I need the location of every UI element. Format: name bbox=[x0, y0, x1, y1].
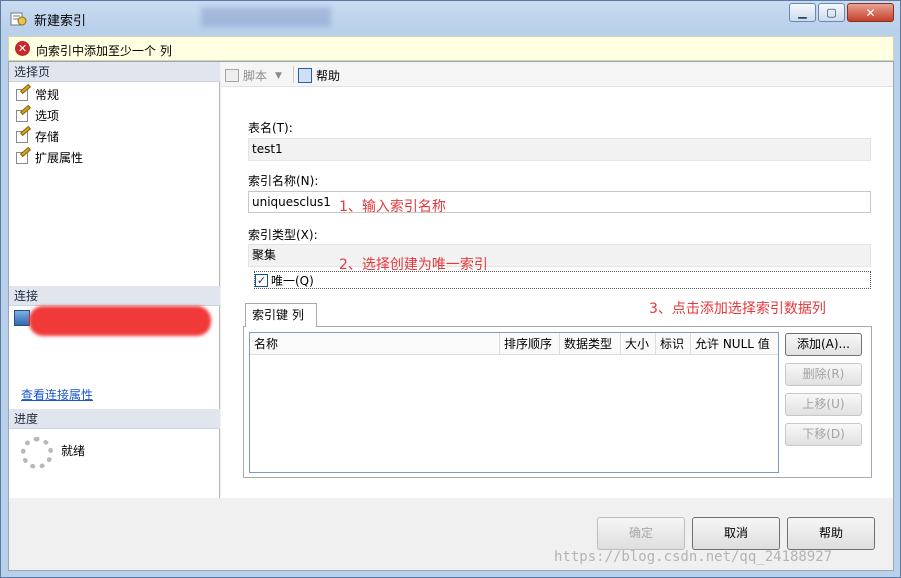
column-header-sort-order[interactable]: 排序顺序 bbox=[500, 333, 560, 355]
page-item-general[interactable]: 常规 bbox=[14, 83, 60, 104]
error-message: 向索引中添加至少一个 列 bbox=[36, 44, 172, 58]
column-header-allow-null[interactable]: 允许 NULL 值 bbox=[691, 333, 778, 355]
toolbar-separator bbox=[293, 66, 294, 83]
progress-spinner-icon bbox=[21, 437, 53, 469]
help-icon bbox=[298, 68, 312, 83]
progress-status: 就绪 bbox=[61, 444, 86, 458]
index-key-columns-panel: 名称 排序顺序 数据类型 大小 标识 允许 NULL 值 添加(A)... 删除… bbox=[243, 326, 872, 478]
tab-index-key-columns[interactable]: 索引键 列 bbox=[245, 303, 317, 327]
help-toolbar-button[interactable]: 帮助 bbox=[298, 67, 340, 84]
error-icon: ✕ bbox=[15, 41, 30, 56]
page-item-label: 存储 bbox=[35, 129, 60, 144]
window-controls: ▁ ▢ ✕ bbox=[787, 3, 894, 22]
redacted-connection-info bbox=[29, 306, 211, 336]
grid-header: 名称 排序顺序 数据类型 大小 标识 允许 NULL 值 bbox=[250, 333, 778, 355]
minimize-button[interactable]: ▁ bbox=[789, 3, 816, 22]
help-button[interactable]: 帮助 bbox=[787, 517, 875, 550]
close-icon: ✕ bbox=[865, 5, 876, 20]
page-item-extended-properties[interactable]: 扩展属性 bbox=[14, 146, 84, 167]
annotation-step1: 1、输入索引名称 bbox=[339, 199, 446, 215]
unique-checkbox[interactable]: ✓ bbox=[255, 273, 268, 287]
close-button[interactable]: ✕ bbox=[847, 3, 894, 22]
key-columns-grid[interactable]: 名称 排序顺序 数据类型 大小 标识 允许 NULL 值 bbox=[249, 332, 779, 473]
table-name-label: 表名(T): bbox=[248, 121, 293, 135]
script-button[interactable]: 脚本 ▼ bbox=[225, 67, 282, 84]
page-edit-icon bbox=[14, 125, 31, 144]
remove-column-button[interactable]: 删除(R) bbox=[785, 363, 862, 386]
dialog-body: 选择页 常规 选项 存储 扩展属性 连接 查看连接属性 进度 就绪 脚本 ▼ 帮… bbox=[8, 61, 894, 571]
unique-label: 唯一(Q) bbox=[271, 273, 314, 288]
page-item-storage[interactable]: 存储 bbox=[14, 125, 60, 146]
chevron-down-icon[interactable]: ▼ bbox=[275, 71, 282, 81]
column-header-data-type[interactable]: 数据类型 bbox=[560, 333, 621, 355]
index-app-icon bbox=[10, 12, 27, 26]
progress-header: 进度 bbox=[9, 409, 220, 429]
view-connection-properties-link[interactable]: 查看连接属性 bbox=[21, 386, 93, 403]
column-header-identity[interactable]: 标识 bbox=[656, 333, 691, 355]
index-type-label: 索引类型(X): bbox=[248, 228, 318, 242]
index-name-label: 索引名称(N): bbox=[248, 174, 319, 188]
script-label: 脚本 bbox=[243, 69, 268, 83]
select-page-header: 选择页 bbox=[9, 62, 220, 82]
new-index-dialog: 新建索引 ▁ ▢ ✕ ✕ 向索引中添加至少一个 列 选择页 常规 选项 存储 扩… bbox=[0, 0, 901, 578]
background-window-blur bbox=[201, 7, 331, 27]
error-bar: ✕ 向索引中添加至少一个 列 bbox=[8, 36, 894, 61]
cancel-button[interactable]: 取消 bbox=[692, 517, 780, 550]
left-pane: 选择页 常规 选项 存储 扩展属性 连接 查看连接属性 进度 就绪 bbox=[9, 62, 220, 498]
unique-checkbox-row[interactable]: ✓ 唯一(Q) bbox=[254, 271, 871, 289]
right-pane: 脚本 ▼ 帮助 表名(T): test1 索引名称(N): uniquesclu… bbox=[221, 62, 893, 498]
page-item-options[interactable]: 选项 bbox=[14, 104, 60, 125]
page-item-label: 选项 bbox=[35, 108, 60, 123]
server-connection-icon bbox=[14, 310, 30, 326]
move-down-button[interactable]: 下移(D) bbox=[785, 423, 862, 446]
page-item-label: 扩展属性 bbox=[35, 150, 84, 165]
window-title: 新建索引 bbox=[34, 14, 87, 29]
annotation-step3: 3、点击添加选择索引数据列 bbox=[649, 301, 826, 317]
script-icon bbox=[225, 69, 239, 82]
connection-header: 连接 bbox=[9, 286, 220, 306]
add-column-button[interactable]: 添加(A)... bbox=[785, 333, 862, 356]
maximize-button[interactable]: ▢ bbox=[818, 3, 845, 22]
title-bar[interactable]: 新建索引 ▁ ▢ ✕ bbox=[1, 1, 900, 35]
toolbar: 脚本 ▼ 帮助 bbox=[221, 62, 893, 87]
page-edit-icon bbox=[14, 104, 31, 123]
table-name-field: test1 bbox=[248, 138, 871, 161]
page-item-label: 常规 bbox=[35, 87, 60, 102]
help-label: 帮助 bbox=[316, 69, 341, 83]
move-up-button[interactable]: 上移(U) bbox=[785, 393, 862, 416]
ok-button[interactable]: 确定 bbox=[597, 517, 685, 550]
column-header-name[interactable]: 名称 bbox=[250, 333, 500, 355]
maximize-icon: ▢ bbox=[826, 6, 837, 19]
minimize-icon: ▁ bbox=[798, 6, 807, 19]
column-header-size[interactable]: 大小 bbox=[621, 333, 656, 355]
page-edit-icon bbox=[14, 83, 31, 102]
watermark: https://blog.csdn.net/qq_24188927 bbox=[554, 549, 833, 565]
page-edit-icon bbox=[14, 146, 31, 165]
